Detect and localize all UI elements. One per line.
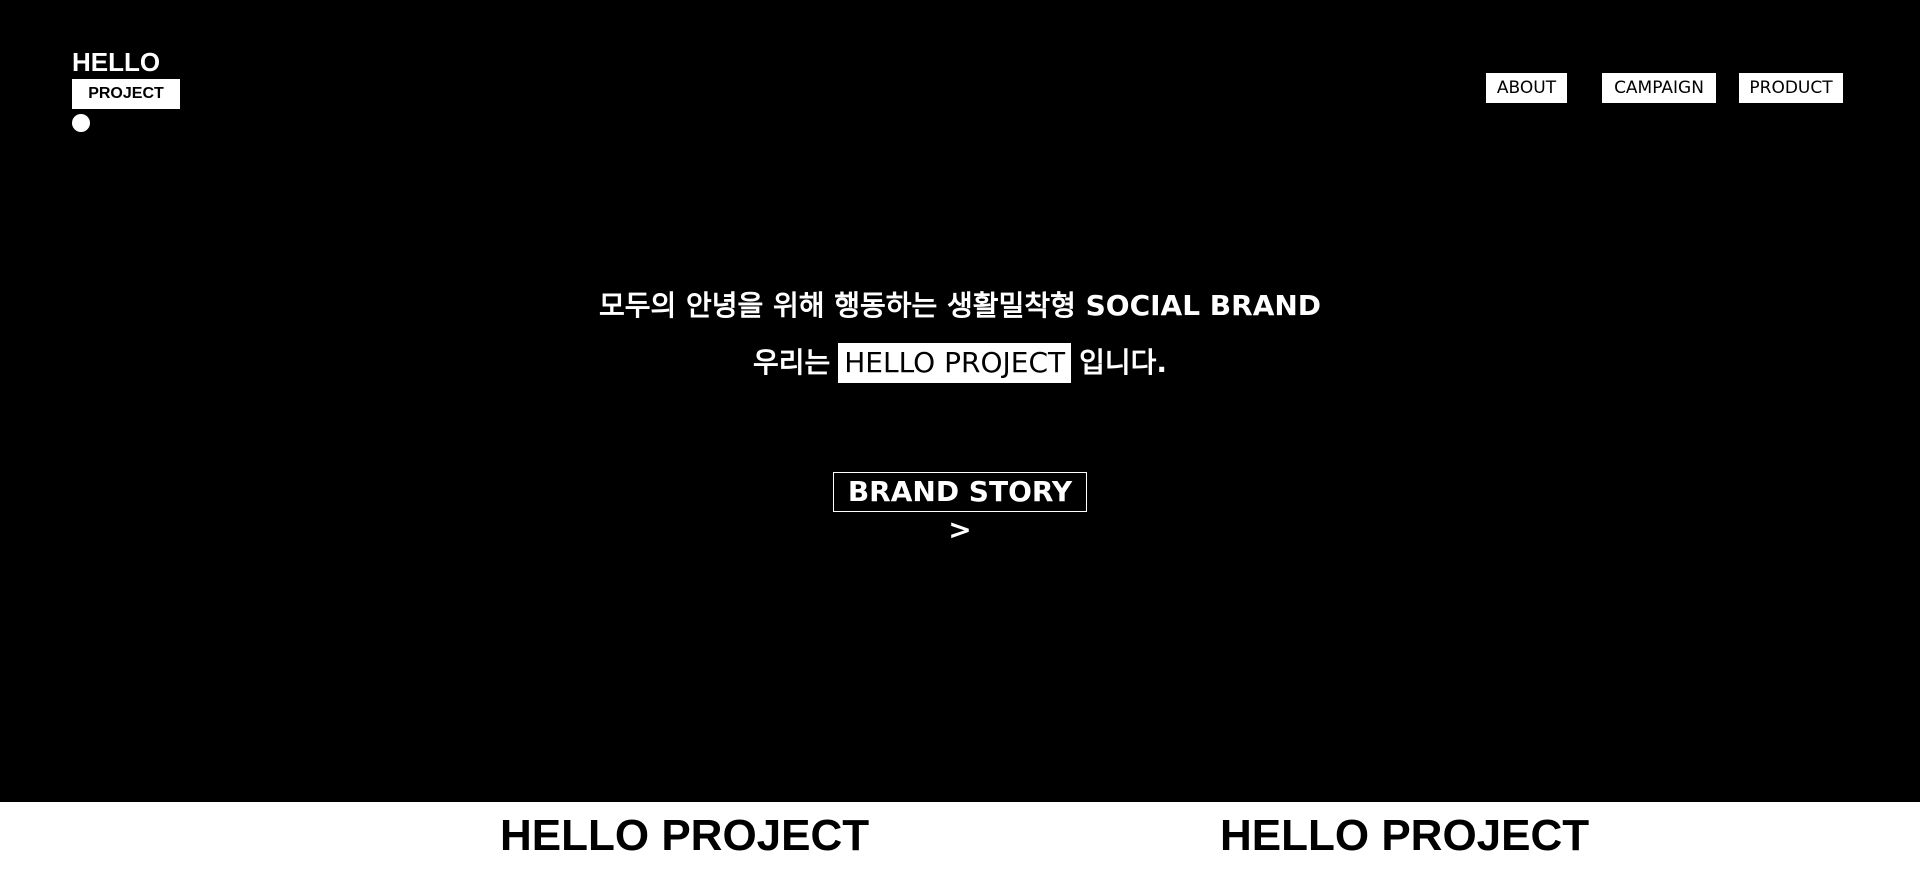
brand-story-button[interactable]: BRAND STORY >: [833, 472, 1087, 546]
tagline-line-2: 우리는 HELLO PROJECT 입니다.: [0, 343, 1920, 383]
nav-item-product[interactable]: PRODUCT: [1739, 73, 1843, 103]
brand-marquee: HELLO PROJECT HELLO PROJECT: [0, 802, 1920, 876]
marquee-item: HELLO PROJECT: [500, 811, 870, 860]
logo-hello-text: HELLO: [72, 47, 161, 77]
tagline-suffix: 입니다.: [1079, 346, 1168, 379]
tagline-line-1: 모두의 안녕을 위해 행동하는 생활밀착형 SOCIAL BRAND: [598, 289, 1322, 322]
tagline-prefix: 우리는: [752, 346, 831, 379]
logo-dot-icon: [72, 114, 90, 132]
nav-item-about[interactable]: ABOUT: [1486, 73, 1567, 103]
main-nav: ABOUT CAMPAIGN PRODUCT: [0, 73, 1920, 103]
nav-item-campaign[interactable]: CAMPAIGN: [1602, 73, 1716, 103]
marquee-item: HELLO PROJECT: [1220, 811, 1590, 860]
hero-section: HELLO PROJECT ABOUT CAMPAIGN PRODUCT 모두의…: [0, 0, 1920, 802]
tagline-brand-highlight: HELLO PROJECT: [838, 343, 1072, 383]
